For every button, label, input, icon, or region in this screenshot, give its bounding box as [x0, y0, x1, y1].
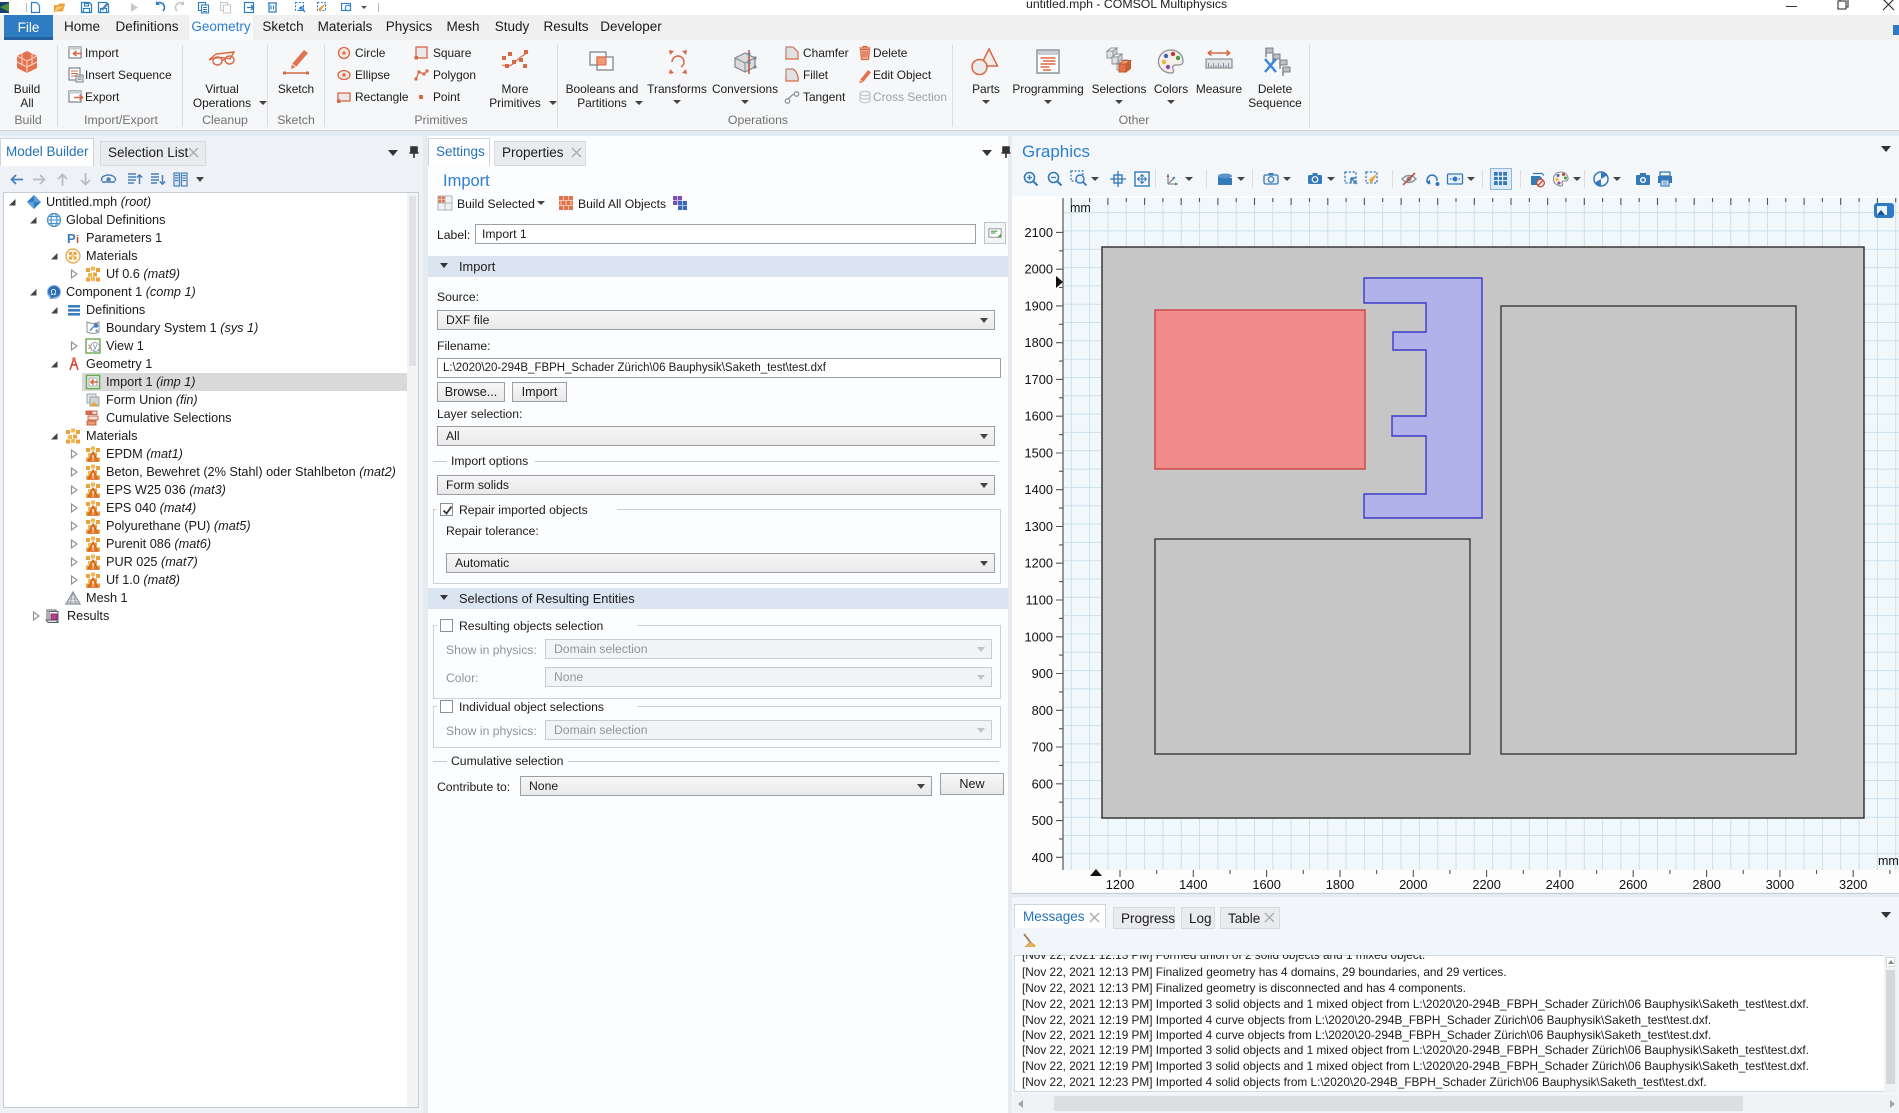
svg-text:2600: 2600: [1619, 877, 1647, 892]
svg-text:1200: 1200: [1025, 556, 1053, 571]
svg-text:900: 900: [1032, 666, 1053, 681]
svg-text:mm: mm: [1070, 201, 1091, 215]
svg-text:mm: mm: [1878, 854, 1899, 868]
svg-text:3000: 3000: [1766, 877, 1794, 892]
svg-text:1000: 1000: [1025, 629, 1053, 644]
svg-text:2800: 2800: [1692, 877, 1720, 892]
svg-text:2000: 2000: [1399, 877, 1427, 892]
svg-text:1300: 1300: [1025, 519, 1053, 534]
svg-text:2200: 2200: [1472, 877, 1500, 892]
svg-text:600: 600: [1032, 776, 1053, 791]
svg-text:1400: 1400: [1179, 877, 1207, 892]
svg-text:500: 500: [1032, 813, 1053, 828]
svg-text:1600: 1600: [1025, 409, 1053, 424]
svg-text:2400: 2400: [1546, 877, 1574, 892]
svg-text:1500: 1500: [1025, 446, 1053, 461]
svg-text:1900: 1900: [1025, 298, 1053, 313]
svg-text:2100: 2100: [1025, 225, 1053, 240]
svg-text:1800: 1800: [1326, 877, 1354, 892]
svg-text:1600: 1600: [1252, 877, 1280, 892]
svg-text:3200: 3200: [1839, 877, 1867, 892]
svg-text:i: i: [76, 234, 79, 246]
svg-text:1800: 1800: [1025, 335, 1053, 350]
svg-text:1100: 1100: [1025, 593, 1053, 608]
svg-text:800: 800: [1032, 703, 1053, 718]
svg-text:P: P: [67, 231, 76, 246]
svg-text:1200: 1200: [1106, 877, 1134, 892]
svg-text:400: 400: [1032, 850, 1053, 865]
svg-text:700: 700: [1032, 740, 1053, 755]
svg-text:2000: 2000: [1025, 262, 1053, 277]
svg-text:1700: 1700: [1025, 372, 1053, 387]
svg-text:1400: 1400: [1025, 482, 1053, 497]
svg-text:Ω: Ω: [51, 288, 57, 297]
